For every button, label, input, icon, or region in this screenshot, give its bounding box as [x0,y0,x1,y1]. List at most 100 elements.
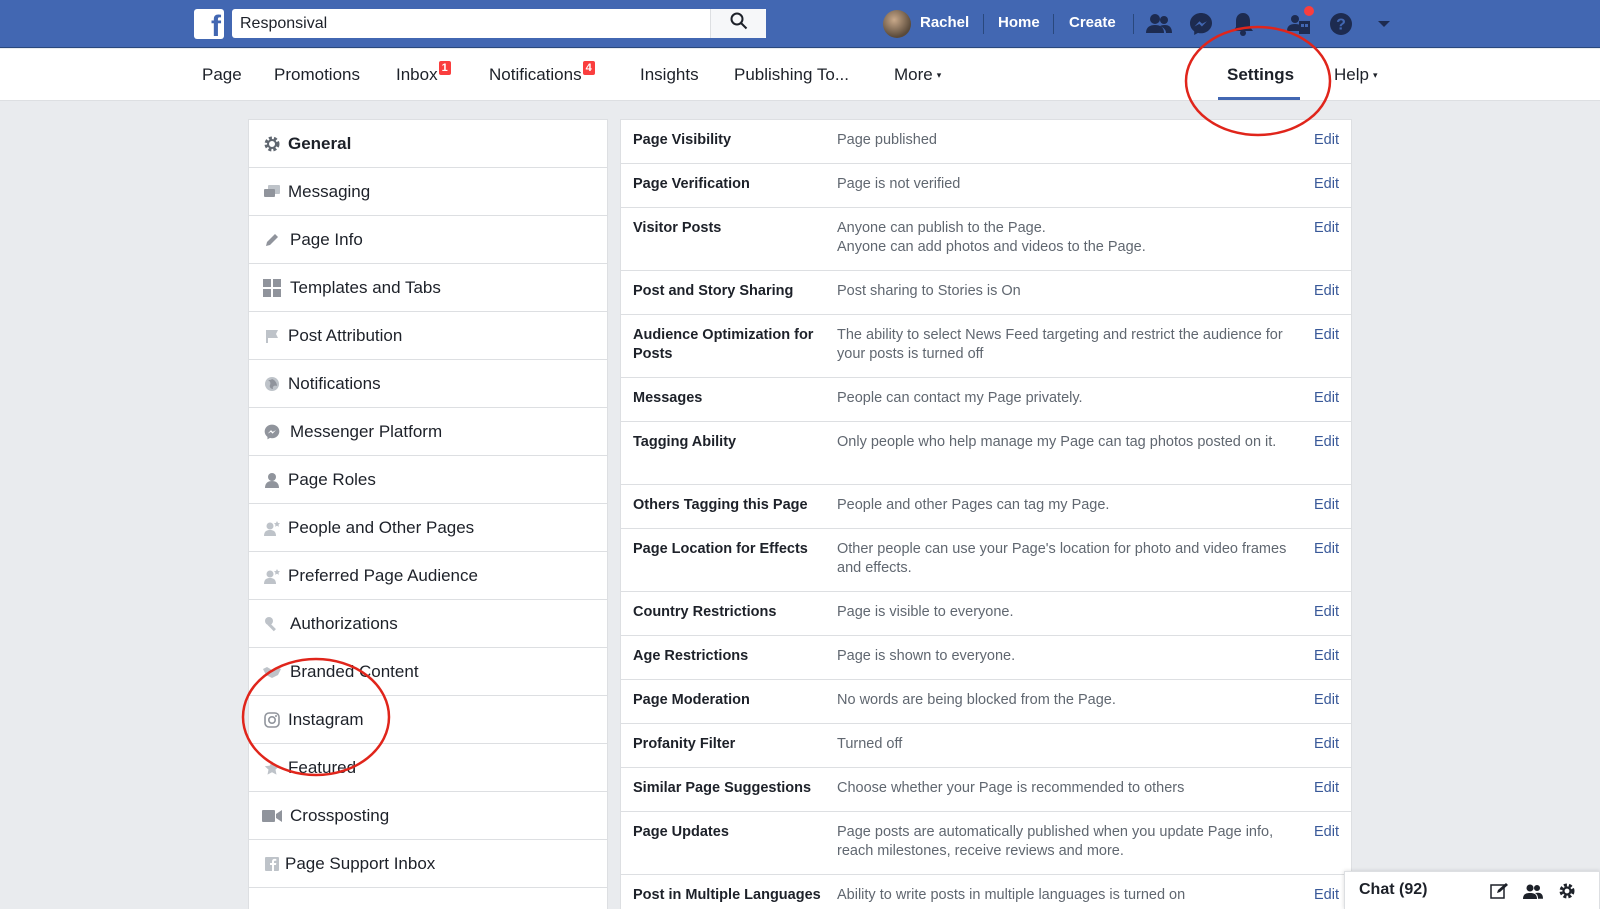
settings-row-audience-optimization: Audience Optimization for Posts The abil… [621,315,1351,378]
settings-row-profanity-filter: Profanity Filter Turned off Edit [621,724,1351,768]
edit-link[interactable]: Edit [1314,219,1339,238]
notification-dot [1304,6,1314,16]
settings-row-others-tagging: Others Tagging this Page People and othe… [621,485,1351,529]
search-button[interactable] [710,9,766,38]
handshake-icon [262,662,282,682]
tab-inbox[interactable]: Inbox 1 [396,61,451,85]
sidebar-item-page-support-inbox[interactable]: Page Support Inbox [249,840,607,888]
facebook-logo[interactable]: f [194,9,224,42]
sidebar-item-label: Crossposting [290,805,390,825]
tab-notifications[interactable]: Notifications 4 [489,61,595,85]
help-icon[interactable]: ? [1327,10,1355,38]
tab-promotions[interactable]: Promotions [274,65,360,85]
notifications-bell-icon[interactable] [1229,10,1257,38]
settings-row-page-verification: Page Verification Page is not verified E… [621,164,1351,208]
account-caret-icon[interactable] [1370,10,1398,38]
sidebar-item-label: Branded Content [290,661,419,681]
sidebar-item-messenger-platform[interactable]: Messenger Platform [249,408,607,456]
wrench-icon [262,614,282,634]
gear-icon[interactable] [1557,881,1577,901]
tab-more[interactable]: More ▾ [894,65,941,85]
notifications-badge: 4 [582,61,595,75]
avatar[interactable] [883,10,911,38]
edit-link[interactable]: Edit [1314,886,1339,905]
sidebar-item-page-roles[interactable]: Page Roles [249,456,607,504]
tab-publishing-tools[interactable]: Publishing To... [734,65,849,85]
compose-icon[interactable] [1489,881,1509,901]
group-icon[interactable] [1523,881,1543,901]
edit-link[interactable]: Edit [1314,326,1339,345]
settings-row-post-story-sharing: Post and Story Sharing Post sharing to S… [621,271,1351,315]
setting-title: Tagging Ability [633,434,737,450]
edit-link[interactable]: Edit [1314,735,1339,754]
sidebar-item-label: Messenger Platform [290,421,443,441]
create-link[interactable]: Create [1069,14,1116,31]
tab-settings[interactable]: Settings [1227,65,1294,85]
sidebar-item-messaging[interactable]: Messaging [249,168,607,216]
separator [983,14,984,34]
edit-link[interactable]: Edit [1314,389,1339,408]
sidebar-item-authorizations[interactable]: Authorizations [249,600,607,648]
edit-link[interactable]: Edit [1314,282,1339,301]
setting-value: Only people who help manage my Page can … [837,434,1277,450]
setting-value: Turned off [837,736,903,752]
sidebar-item-post-attribution[interactable]: Post Attribution [249,312,607,360]
separator [1053,14,1054,34]
sidebar-item-people-other-pages[interactable]: People and Other Pages [249,504,607,552]
active-tab-indicator [1218,97,1300,100]
edit-link[interactable]: Edit [1314,823,1339,842]
settings-row-tagging-ability: Tagging Ability Only people who help man… [621,422,1351,485]
friends-icon[interactable] [1145,10,1173,38]
flag-icon [262,326,282,346]
setting-title: Age Restrictions [633,648,749,664]
setting-title: Audience Optimization for Posts [633,327,814,362]
tab-help[interactable]: Help ▾ [1334,65,1378,85]
separator [1133,14,1134,34]
sidebar-item-general[interactable]: General [249,120,607,168]
sidebar-item-featured[interactable]: Featured [249,744,607,792]
chat-bar[interactable]: Chat (92) [1344,871,1600,909]
setting-value: Choose whether your Page is recommended … [837,780,1185,796]
sidebar-item-label: Messaging [288,181,371,201]
settings-row-page-moderation: Page Moderation No words are being block… [621,680,1351,724]
sidebar-item-branded-content[interactable]: Branded Content [249,648,607,696]
general-settings-table: Page Visibility Page published Edit Page… [620,119,1352,909]
messenger-icon[interactable] [1187,10,1215,38]
edit-link[interactable]: Edit [1314,779,1339,798]
settings-row-page-updates: Page Updates Page posts are automaticall… [621,812,1351,875]
sidebar-item-label: Post Attribution [288,325,403,345]
home-link[interactable]: Home [998,14,1040,31]
edit-link[interactable]: Edit [1314,131,1339,150]
sidebar-item-label: Authorizations [290,613,398,633]
sidebar-item-notifications[interactable]: Notifications [249,360,607,408]
settings-row-messages: Messages People can contact my Page priv… [621,378,1351,422]
search-input[interactable] [232,9,712,38]
person-icon [262,470,282,490]
search-box [232,9,766,38]
sidebar-item-templates-tabs[interactable]: Templates and Tabs [249,264,607,312]
messenger-icon [262,422,282,442]
caret-down-icon: ▾ [1372,70,1378,81]
edit-link[interactable]: Edit [1314,175,1339,194]
sidebar-item-instagram[interactable]: Instagram [249,696,607,744]
profile-link[interactable]: Rachel [920,14,969,31]
sidebar-item-crossposting[interactable]: Crossposting [249,792,607,840]
setting-title: Page Location for Effects [633,541,808,557]
sidebar-item-page-info[interactable]: Page Info [249,216,607,264]
sidebar-item-label: Instagram [288,709,364,729]
edit-link[interactable]: Edit [1314,647,1339,666]
sidebar-item-preferred-audience[interactable]: Preferred Page Audience [249,552,607,600]
tab-page[interactable]: Page [202,65,242,85]
edit-link[interactable]: Edit [1314,433,1339,452]
tab-insights[interactable]: Insights [640,65,699,85]
pencil-icon [262,230,282,250]
caret-down-icon: ▾ [936,70,942,81]
sidebar-item-label: Page Info [290,229,363,249]
edit-link[interactable]: Edit [1314,540,1339,559]
setting-value: No words are being blocked from the Page… [837,692,1116,708]
sidebar-item-label: Featured [288,757,357,777]
edit-link[interactable]: Edit [1314,603,1339,622]
edit-link[interactable]: Edit [1314,496,1339,515]
edit-link[interactable]: Edit [1314,691,1339,710]
svg-text:?: ? [1336,17,1346,34]
